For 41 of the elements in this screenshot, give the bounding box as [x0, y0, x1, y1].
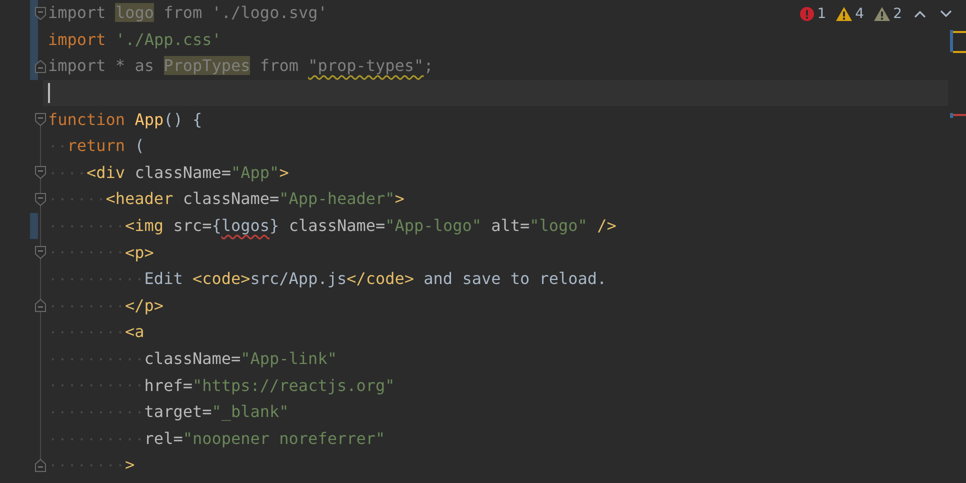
- next-problem-button[interactable]: [938, 8, 954, 20]
- code-line: className="App-link": [144, 349, 337, 370]
- problem-count: 2: [893, 6, 902, 22]
- previous-problem-button[interactable]: [912, 8, 928, 20]
- code-line: target="_blank": [144, 402, 289, 422]
- code-line: return (: [67, 136, 144, 156]
- warning-icon: [874, 7, 890, 21]
- code-line: Edit <code>src/App.js</code> and save to reload.: [144, 269, 607, 290]
- code-line: <header className="App-header">: [106, 189, 404, 210]
- code-line: import logo from './logo.svg': [48, 3, 328, 24]
- code-line: function App() {: [48, 110, 202, 130]
- chevron-down-icon: [940, 10, 952, 18]
- fold-icon[interactable]: [35, 113, 46, 126]
- code-line: <img src={logos} className="App-logo" alt="logo" />: [125, 216, 616, 236]
- fold-icon[interactable]: [35, 458, 46, 472]
- warning-marker: [953, 51, 966, 53]
- fold-icon[interactable]: [35, 299, 46, 312]
- error-marker: [953, 114, 966, 116]
- code-line: </p>: [125, 296, 164, 316]
- code-line: <p>: [125, 242, 154, 263]
- code-line: >: [125, 455, 135, 476]
- problem-count: 1: [817, 6, 826, 22]
- fold-icon[interactable]: [35, 246, 46, 260]
- code-line: import './App.css': [48, 30, 222, 50]
- fold-icon[interactable]: [35, 6, 46, 20]
- problem-count: 4: [855, 6, 864, 22]
- code-line: <a: [125, 322, 144, 342]
- fold-icon[interactable]: [35, 192, 46, 206]
- fold-icon[interactable]: [35, 166, 46, 180]
- chevron-up-icon: [914, 10, 926, 18]
- code-line: <div className="App">: [86, 162, 289, 183]
- fold-icon[interactable]: [35, 60, 46, 73]
- error-icon: [800, 7, 814, 21]
- code-line: href="https://reactjs.org": [144, 376, 395, 396]
- code-line: rel="noopener noreferrer": [144, 428, 386, 449]
- warning-icon: [836, 7, 852, 21]
- change-marker: [950, 30, 953, 52]
- text-cursor: [48, 83, 50, 104]
- code-line: import * as PropTypes from "prop-types";: [48, 56, 434, 76]
- change-marker: [950, 113, 953, 118]
- warning-marker: [953, 31, 966, 33]
